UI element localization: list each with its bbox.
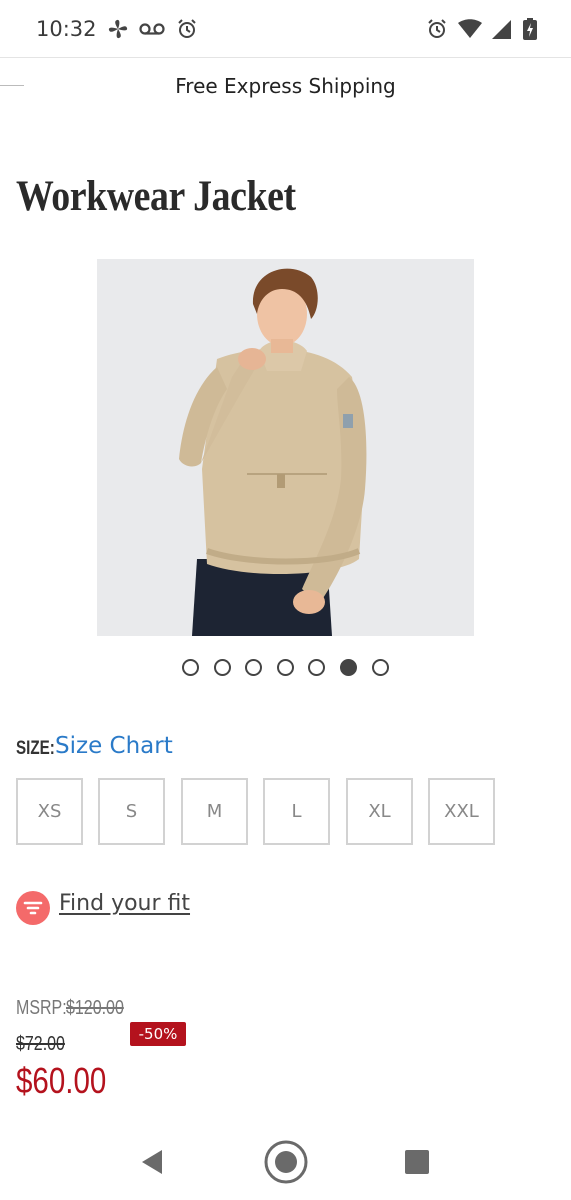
- alarm-icon: [176, 18, 198, 40]
- carousel-dot[interactable]: [182, 659, 199, 676]
- alarm-icon: [426, 18, 448, 40]
- voicemail-icon: [139, 18, 165, 40]
- carousel-dots: [0, 659, 571, 677]
- carousel-dot-active[interactable]: [340, 659, 357, 676]
- carousel-dot[interactable]: [308, 659, 325, 676]
- system-nav-bar: [0, 1122, 571, 1200]
- status-bar: 10:32: [0, 0, 571, 58]
- size-chart-link[interactable]: Size Chart: [55, 733, 173, 759]
- size-option-s[interactable]: S: [98, 778, 165, 845]
- recents-icon[interactable]: [393, 1138, 441, 1186]
- size-option-m[interactable]: M: [181, 778, 248, 845]
- fit-finder-icon[interactable]: [16, 891, 50, 925]
- product-image[interactable]: [97, 259, 474, 636]
- size-option-xxl[interactable]: XXL: [428, 778, 495, 845]
- cell-signal-icon: [490, 18, 512, 40]
- promo-banner: Free Express Shipping: [175, 74, 396, 98]
- home-icon[interactable]: [262, 1138, 310, 1186]
- find-your-fit-link[interactable]: Find your fit: [59, 891, 190, 916]
- size-label: SIZE:: [16, 738, 55, 759]
- carousel-dot[interactable]: [214, 659, 231, 676]
- product-title: Workwear Jacket: [16, 173, 296, 220]
- fan-icon: [106, 18, 130, 40]
- discount-badge: -50%: [130, 1022, 186, 1046]
- carousel-dot[interactable]: [277, 659, 294, 676]
- size-option-l[interactable]: L: [263, 778, 330, 845]
- msrp-label: MSRP:: [16, 997, 67, 1019]
- wifi-icon: [457, 18, 483, 40]
- carousel-dot[interactable]: [372, 659, 389, 676]
- size-option-xl[interactable]: XL: [346, 778, 413, 845]
- back-icon[interactable]: [128, 1138, 176, 1186]
- status-time: 10:32: [36, 17, 97, 41]
- compare-price: $72.00: [16, 1033, 65, 1055]
- size-option-xs[interactable]: XS: [16, 778, 83, 845]
- sale-price: $60.00: [16, 1060, 107, 1101]
- battery-charging-icon: [522, 18, 538, 40]
- msrp-value: $120.00: [66, 997, 124, 1019]
- carousel-dot[interactable]: [245, 659, 262, 676]
